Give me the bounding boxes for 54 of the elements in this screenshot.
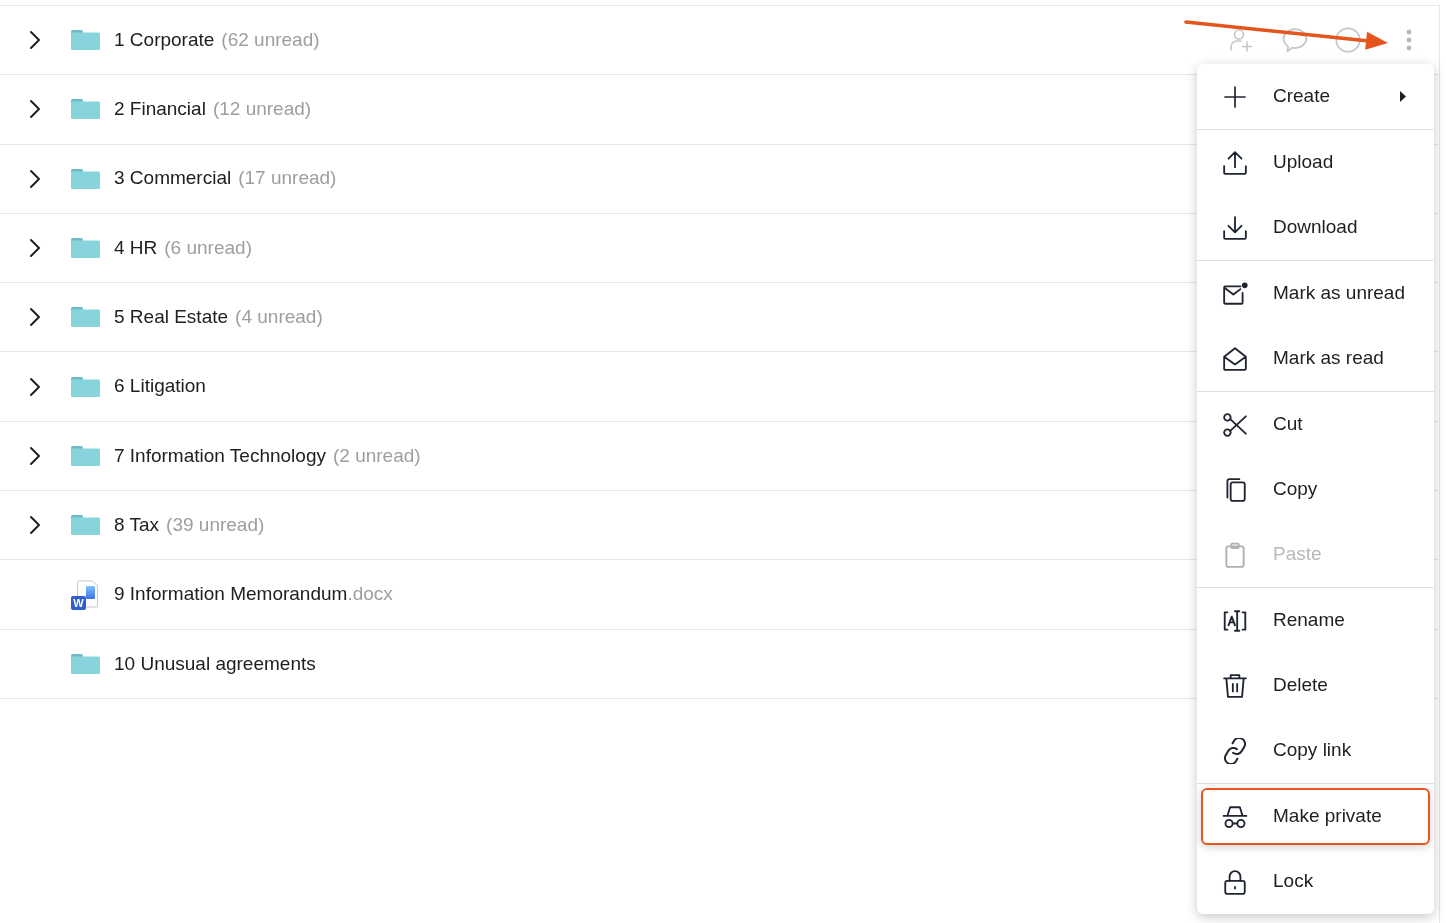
item-name[interactable]: 3 Commercial — [114, 164, 232, 193]
chevron-icon[interactable] — [29, 515, 41, 536]
folder-icon — [71, 238, 100, 259]
folder-icon — [71, 99, 100, 120]
item-name[interactable]: 9 Information Memorandum — [114, 580, 348, 609]
chevron-icon[interactable] — [29, 238, 41, 259]
unread-count: (17 unread) — [238, 166, 337, 191]
clipboard-icon — [1222, 541, 1248, 568]
menu-item[interactable]: Lock — [1201, 853, 1430, 910]
scissors-icon — [1222, 411, 1248, 438]
item-name[interactable]: 1 Corporate — [114, 25, 215, 55]
plus-icon — [1224, 85, 1246, 108]
hat-glasses-icon — [1222, 803, 1248, 830]
unread-count: (4 unread) — [235, 305, 323, 330]
lock-icon — [1222, 868, 1248, 895]
upload-icon — [1222, 149, 1248, 176]
folder-icon — [71, 30, 100, 51]
folder-icon — [71, 515, 100, 536]
unread-count: (12 unread) — [212, 97, 312, 122]
item-name[interactable]: 7 Information Technology — [114, 441, 326, 471]
folder-icon — [71, 307, 100, 328]
file-type-badge: W — [71, 595, 86, 610]
menu-item[interactable]: Make private — [1201, 788, 1430, 845]
add-user-icon[interactable] — [1229, 28, 1253, 53]
item-name[interactable]: 6 Litigation — [114, 372, 206, 401]
trash-icon — [1222, 672, 1248, 699]
unread-count: (2 unread) — [332, 443, 421, 468]
chevron-icon[interactable] — [29, 307, 41, 328]
item-name[interactable]: 5 Real Estate — [114, 303, 229, 332]
unread-count: (6 unread) — [164, 235, 252, 260]
chevron-icon[interactable] — [29, 99, 41, 120]
open-envelope-icon — [1222, 345, 1248, 372]
menu-item[interactable]: Copy link — [1201, 722, 1430, 779]
chat-bubble-icon[interactable] — [1282, 27, 1308, 54]
item-name[interactable]: 2 Financial — [114, 95, 206, 124]
item-name[interactable]: 10 Unusual agreements — [114, 649, 316, 679]
folder-icon — [71, 445, 100, 466]
file-extension: .docx — [347, 582, 393, 607]
download-icon — [1222, 214, 1248, 241]
folder-icon — [71, 376, 100, 397]
link-icon — [1222, 737, 1248, 764]
text-cursor-icon — [1222, 607, 1248, 634]
folder-icon — [71, 168, 100, 189]
chevron-icon[interactable] — [29, 376, 41, 397]
circle-icon[interactable] — [1335, 27, 1361, 54]
chevron-icon[interactable] — [29, 168, 41, 189]
item-name[interactable]: 4 HR — [114, 233, 158, 263]
item-name[interactable]: 8 Tax — [114, 510, 160, 540]
envelope-dot-icon — [1222, 280, 1248, 307]
unread-count: (39 unread) — [166, 512, 265, 537]
unread-count: (62 unread) — [221, 27, 320, 52]
folder-icon — [71, 653, 100, 674]
chevron-icon[interactable] — [29, 30, 41, 51]
chevron-icon[interactable] — [29, 445, 41, 466]
